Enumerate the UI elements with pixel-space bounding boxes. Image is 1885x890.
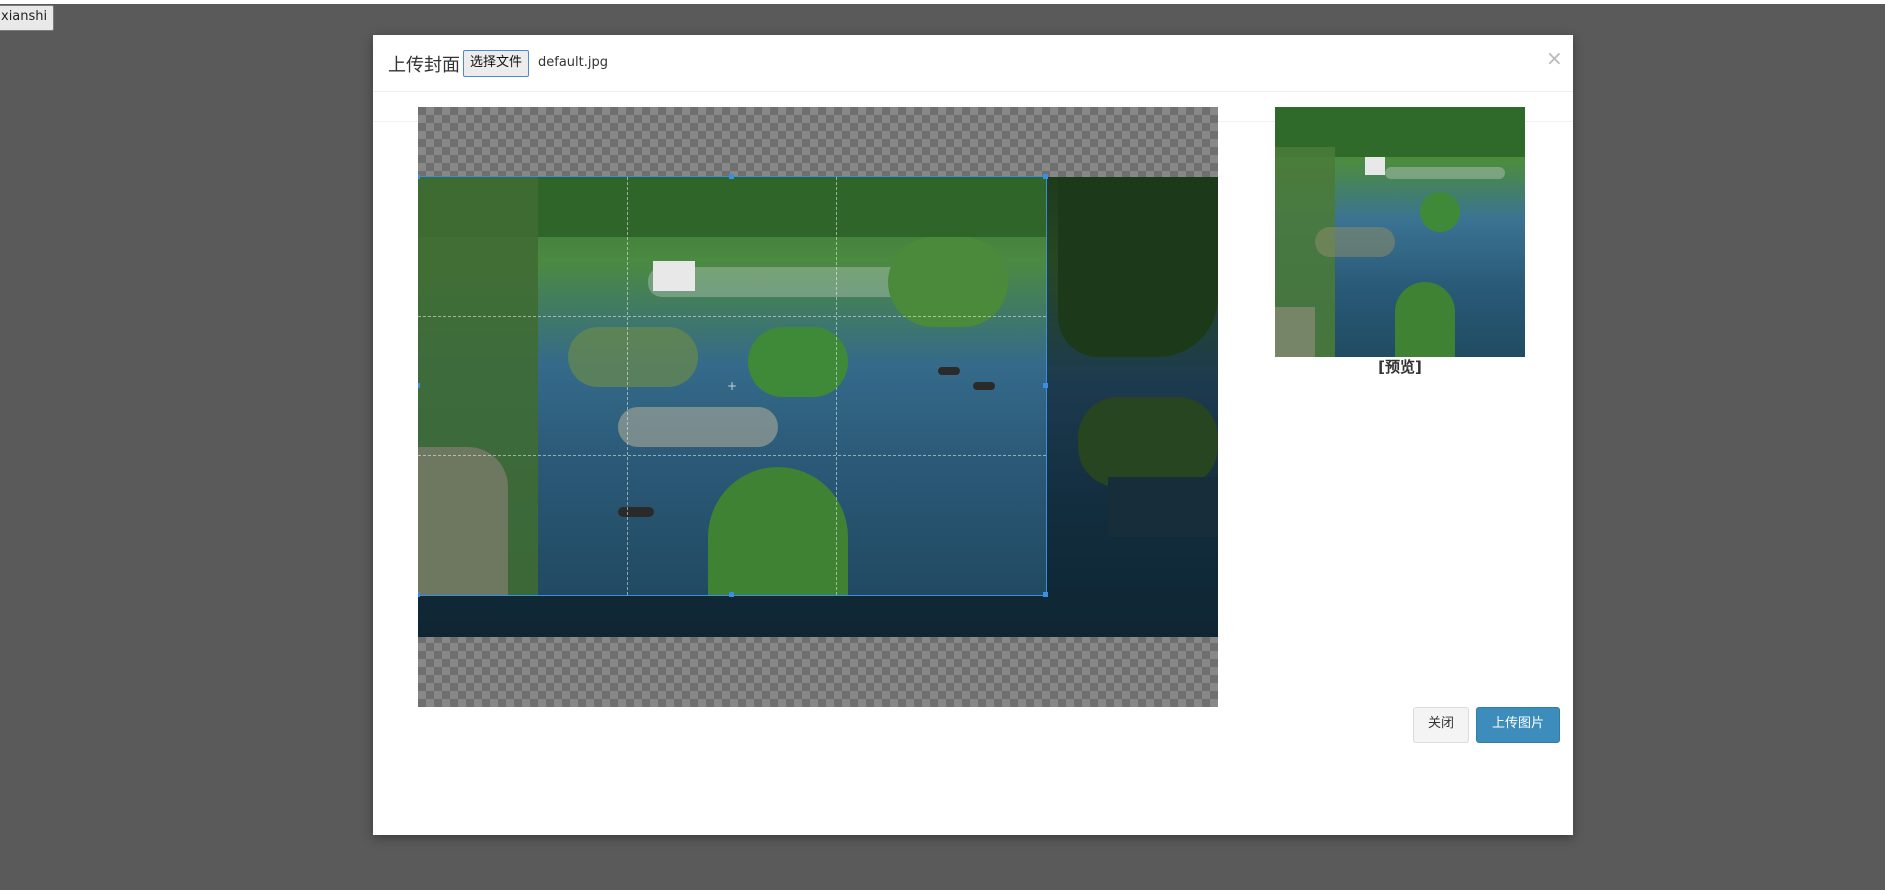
crop-canvas[interactable]: + [418, 107, 1218, 707]
crop-handle-n[interactable] [729, 174, 734, 179]
preview-caption: [预览] [1378, 358, 1422, 376]
crop-handle-sw[interactable] [418, 592, 420, 597]
crop-preview [1275, 107, 1525, 357]
crop-guide-line [627, 177, 628, 595]
crop-handle-nw[interactable] [418, 174, 420, 179]
top-edge [0, 0, 1885, 4]
crop-guide-line [418, 455, 1046, 456]
crosshair-icon: + [727, 379, 738, 393]
upload-cover-modal: 上传封面 选择文件 default.jpg × + [预览] 关闭 上传图片 [373, 35, 1573, 835]
upload-image-button[interactable]: 上传图片 [1476, 707, 1560, 743]
close-icon[interactable]: × [1546, 48, 1563, 68]
selected-file-name: default.jpg [538, 55, 608, 70]
crop-handle-ne[interactable] [1043, 174, 1048, 179]
modal-title: 上传封面 [388, 55, 460, 76]
close-button[interactable]: 关闭 [1413, 707, 1469, 743]
crop-handle-s[interactable] [729, 592, 734, 597]
crop-guide-line [418, 316, 1046, 317]
crop-guide-line [836, 177, 837, 595]
choose-file-button[interactable]: 选择文件 [463, 50, 530, 77]
crop-handle-e[interactable] [1043, 383, 1048, 388]
xianshi-button[interactable]: xianshi [0, 5, 55, 31]
crop-handle-se[interactable] [1043, 592, 1048, 597]
crop-selection[interactable]: + [418, 174, 1048, 597]
crop-handle-w[interactable] [418, 383, 420, 388]
modal-header: 上传封面 选择文件 default.jpg × [373, 35, 1573, 92]
